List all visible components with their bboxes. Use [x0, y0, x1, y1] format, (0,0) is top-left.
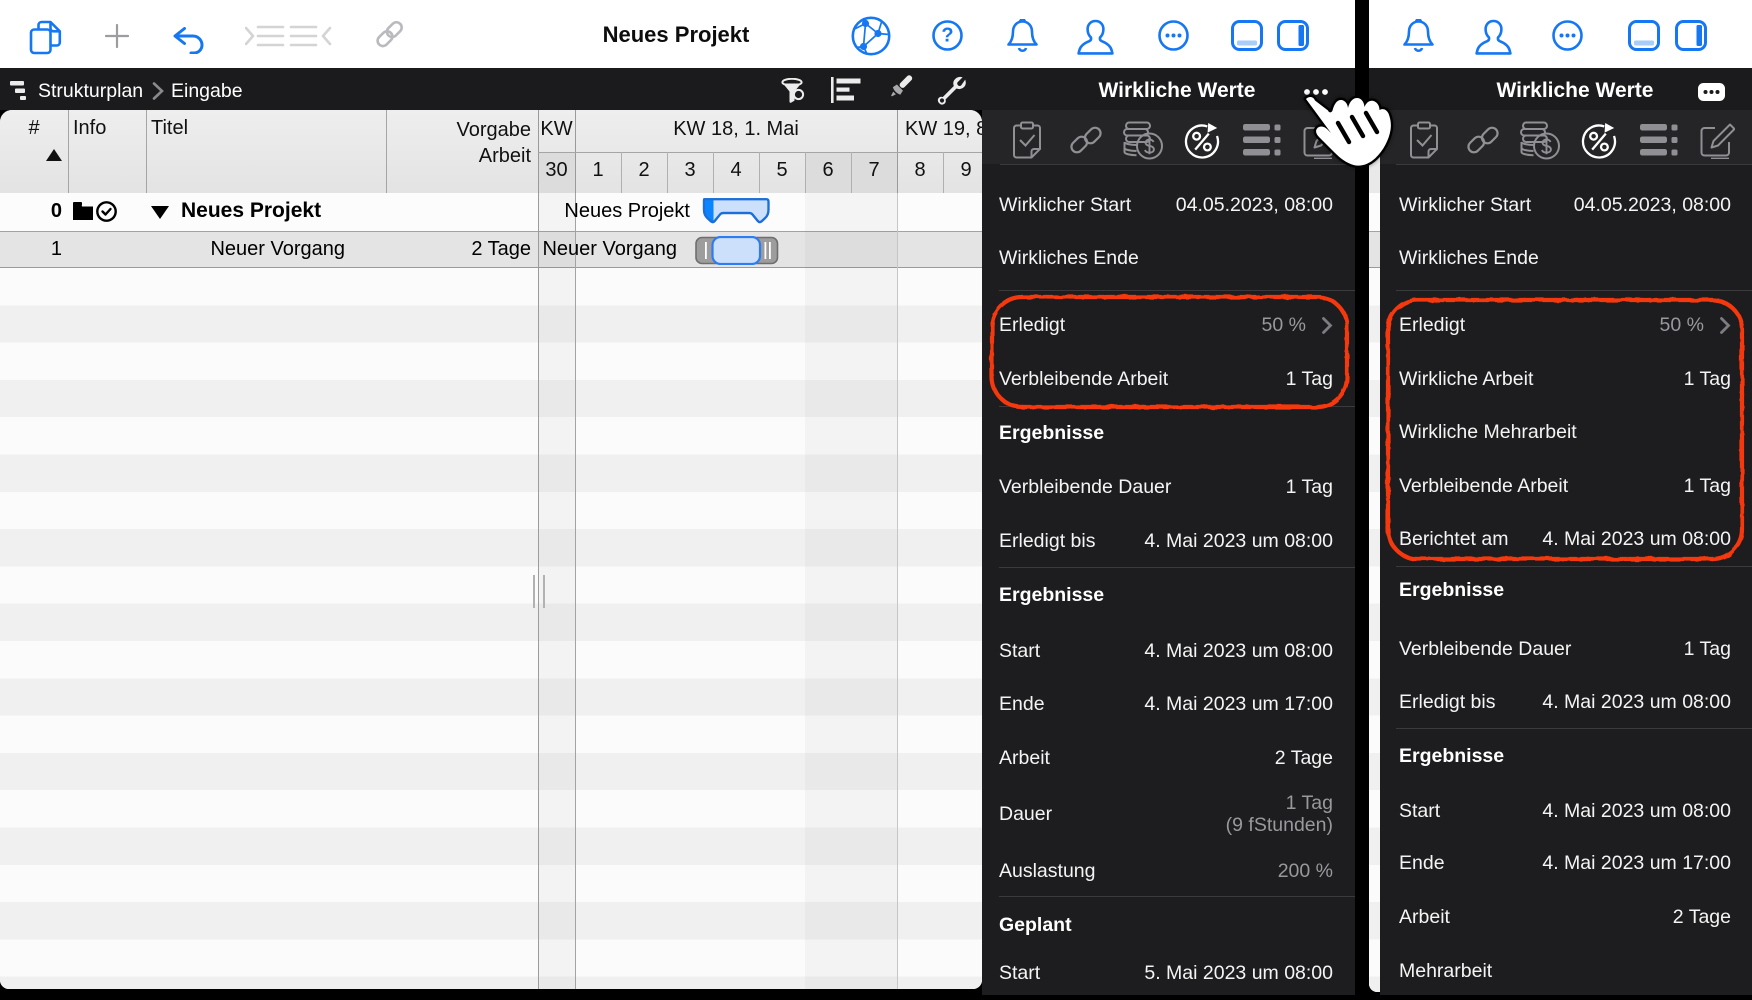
svg-text:?: ?	[941, 25, 953, 47]
